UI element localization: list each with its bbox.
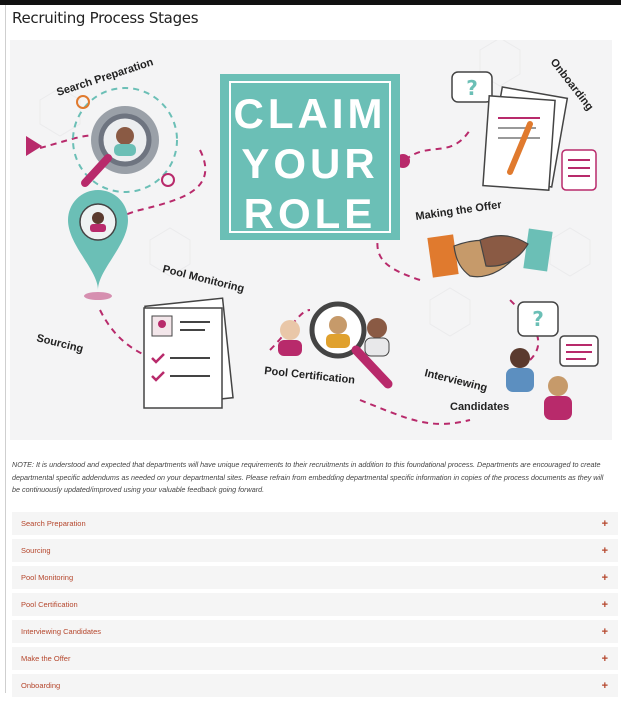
- making-the-offer-icon: [427, 228, 553, 278]
- accordion-item-sourcing[interactable]: Sourcing +: [12, 539, 618, 562]
- headline-line-3: ROLE: [244, 190, 377, 237]
- accordion-item-search-preparation[interactable]: Search Preparation +: [12, 512, 618, 535]
- top-rule: [0, 0, 621, 5]
- label-interviewing-candidates-2: Candidates: [450, 401, 509, 413]
- label-interviewing-candidates-1: Interviewing: [423, 367, 488, 394]
- left-rule: [5, 5, 6, 693]
- label-pool-certification: Pool Certification: [264, 365, 356, 386]
- label-pool-monitoring: Pool Monitoring: [161, 263, 245, 295]
- expand-plus-icon[interactable]: +: [602, 653, 608, 665]
- accordion-label: Make the Offer: [21, 654, 71, 663]
- label-making-the-offer: Making the Offer: [415, 199, 503, 223]
- interviewing-candidates-icon: ?: [506, 301, 599, 420]
- accordion-item-make-the-offer[interactable]: Make the Offer +: [12, 647, 618, 670]
- accordion-label: Pool Certification: [21, 600, 78, 609]
- accordion-item-pool-monitoring[interactable]: Pool Monitoring +: [12, 566, 618, 589]
- expand-plus-icon[interactable]: +: [602, 680, 608, 692]
- sourcing-icon: [68, 190, 128, 300]
- headline-line-2: YOUR: [241, 140, 378, 187]
- accordion-label: Pool Monitoring: [21, 573, 74, 582]
- accordion-item-pool-certification[interactable]: Pool Certification +: [12, 593, 618, 616]
- headline-line-1: CLAIM: [234, 90, 387, 137]
- stages-accordion: Search Preparation + Sourcing + Pool Mon…: [12, 512, 618, 701]
- svg-text:?: ?: [466, 76, 478, 100]
- process-note: NOTE: It is understood and expected that…: [12, 460, 604, 495]
- expand-plus-icon[interactable]: +: [602, 545, 608, 557]
- accordion-label: Interviewing Candidates: [21, 627, 102, 636]
- search-preparation-icon: [72, 87, 178, 193]
- expand-plus-icon[interactable]: +: [602, 518, 608, 530]
- expand-plus-icon[interactable]: +: [602, 599, 608, 611]
- accordion-item-interviewing-candidates[interactable]: Interviewing Candidates +: [12, 620, 618, 643]
- expand-plus-icon[interactable]: +: [602, 626, 608, 638]
- page-title: Recruiting Process Stages: [12, 9, 199, 27]
- accordion-label: Sourcing: [21, 546, 51, 555]
- accordion-label: Onboarding: [21, 681, 61, 690]
- expand-plus-icon[interactable]: +: [602, 572, 608, 584]
- svg-text:?: ?: [532, 307, 544, 331]
- accordion-item-onboarding[interactable]: Onboarding +: [12, 674, 618, 697]
- process-infographic: CLAIM YOUR ROLE Search Preparation Sourc…: [10, 40, 612, 440]
- label-sourcing: Sourcing: [35, 332, 84, 355]
- pool-monitoring-icon: [143, 297, 234, 409]
- accordion-label: Search Preparation: [21, 519, 86, 528]
